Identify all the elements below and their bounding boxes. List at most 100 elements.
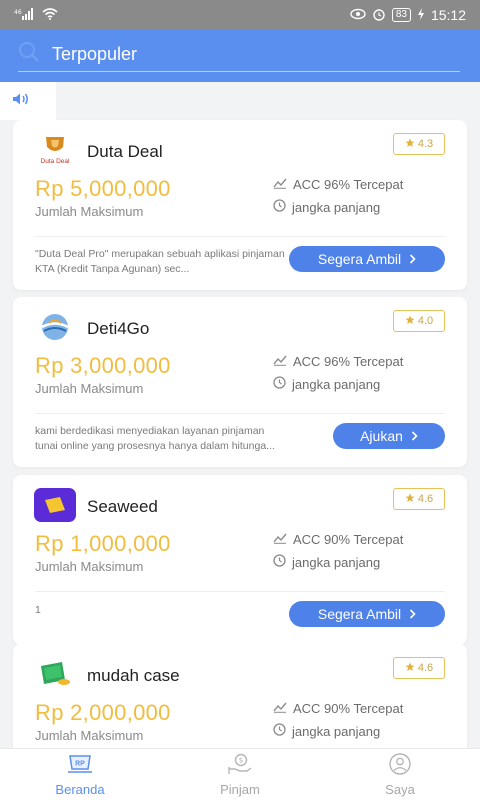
clock-icon — [273, 554, 286, 570]
max-amount: Rp 5,000,000 — [35, 176, 171, 201]
clock-icon — [273, 199, 286, 215]
search-bar[interactable]: Terpopuler — [18, 38, 460, 72]
status-left: 46 — [14, 7, 58, 23]
card-description: 1 — [35, 604, 41, 616]
trend-icon — [273, 177, 287, 192]
acc-rate: ACC 90% Tercepat — [273, 701, 403, 716]
button-label: Segera Ambil — [317, 606, 402, 622]
announcement-tab[interactable] — [0, 82, 56, 120]
segera-ambil-button[interactable]: Segera Ambil — [289, 246, 445, 272]
star-icon — [405, 138, 415, 151]
star-icon — [405, 315, 415, 328]
amount-label: Jumlah Maksimum — [35, 381, 144, 396]
trend-icon — [273, 354, 287, 369]
term-text: jangka panjang — [292, 199, 381, 215]
alarm-icon — [372, 7, 386, 24]
ajukan-button[interactable]: Ajukan — [333, 423, 445, 449]
svg-text:$: $ — [239, 756, 243, 764]
rating-badge: 4.6 — [393, 488, 445, 510]
term-text: jangka panjang — [292, 554, 381, 570]
user-icon — [388, 752, 412, 780]
clock-icon — [273, 376, 286, 392]
card-description: "Duta Deal Pro" merupakan sebuah aplikas… — [35, 248, 285, 275]
mudah-case-logo — [34, 658, 76, 690]
nav-label: Pinjam — [220, 781, 260, 797]
clock: 15:12 — [430, 7, 466, 23]
card-name: Duta Deal — [87, 142, 163, 161]
acc-text: ACC 96% Tercepat — [293, 177, 404, 192]
battery-level: 83 — [391, 8, 411, 22]
max-amount: Rp 3,000,000 — [35, 353, 171, 378]
amount-label: Jumlah Maksimum — [35, 728, 144, 743]
segera-ambil-button[interactable]: Segera Ambil — [289, 601, 445, 627]
button-label: Segera Ambil — [317, 251, 402, 267]
loan-term: jangka panjang — [273, 723, 380, 739]
signal-icon: 46 — [14, 7, 36, 23]
rating-badge: 4.6 — [393, 657, 445, 679]
svg-text:46: 46 — [14, 9, 22, 16]
chevron-right-icon — [411, 428, 418, 444]
acc-text: ACC 90% Tercepat — [293, 701, 404, 716]
trend-icon — [273, 532, 287, 547]
card-description: kami berdedikasi menyediakan layanan pin… — [35, 425, 275, 452]
card-name: mudah case — [87, 666, 180, 685]
loan-card-duta-deal[interactable]: Duta Deal Duta Deal 4.3 Rp 5,000,000 Jum… — [13, 120, 467, 290]
status-bar: 46 83 15:12 — [0, 0, 480, 30]
eye-icon — [350, 8, 366, 23]
loan-term: jangka panjang — [273, 554, 380, 570]
bottom-nav: RP Beranda $ Pinjam Saya — [0, 748, 480, 800]
star-icon — [405, 493, 415, 506]
nav-pinjam[interactable]: $ Pinjam — [160, 749, 320, 800]
nav-beranda[interactable]: RP Beranda — [0, 749, 160, 800]
duta-deal-logo: Duta Deal — [34, 134, 76, 166]
max-amount: Rp 1,000,000 — [35, 531, 171, 556]
nav-label: Beranda — [55, 781, 105, 797]
deti4go-logo — [34, 311, 76, 343]
chevron-right-icon — [409, 251, 416, 267]
acc-rate: ACC 90% Tercepat — [273, 532, 403, 547]
amount-label: Jumlah Maksimum — [35, 559, 144, 574]
svg-text:RP: RP — [75, 760, 85, 767]
wifi-icon — [42, 7, 58, 23]
chevron-right-icon — [409, 606, 416, 622]
money-hand-icon: $ — [227, 753, 253, 780]
trend-icon — [273, 701, 287, 716]
svg-text:Duta Deal: Duta Deal — [41, 158, 70, 165]
loan-term: jangka panjang — [273, 199, 380, 215]
home-rp-icon: RP — [66, 753, 94, 780]
rating-badge: 4.0 — [393, 310, 445, 332]
card-divider — [35, 236, 445, 237]
rating-badge: 4.3 — [393, 133, 445, 155]
nav-label: Saya — [385, 781, 415, 797]
button-label: Ajukan — [360, 428, 403, 444]
max-amount: Rp 2,000,000 — [35, 700, 171, 725]
acc-text: ACC 90% Tercepat — [293, 532, 404, 547]
card-divider — [35, 413, 445, 414]
card-name: Deti4Go — [87, 319, 150, 338]
search-header: Terpopuler — [0, 30, 480, 82]
status-right: 83 15:12 — [350, 7, 466, 24]
acc-rate: ACC 96% Tercepat — [273, 354, 403, 369]
card-name: Seaweed — [87, 497, 158, 516]
rating-value: 4.0 — [417, 315, 434, 327]
loan-card-seaweed[interactable]: Seaweed 4.6 Rp 1,000,000 Jumlah Maksimum… — [13, 475, 467, 645]
loan-card-mudah-case[interactable]: mudah case 4.6 Rp 2,000,000 Jumlah Maksi… — [13, 644, 467, 754]
term-text: jangka panjang — [292, 723, 381, 739]
acc-rate: ACC 96% Tercepat — [273, 177, 403, 192]
rating-value: 4.6 — [417, 493, 434, 505]
rating-value: 4.6 — [417, 662, 434, 674]
page-title: Terpopuler — [52, 44, 138, 64]
card-divider — [35, 591, 445, 592]
term-text: jangka panjang — [292, 376, 381, 392]
rating-value: 4.3 — [417, 138, 434, 150]
search-icon[interactable] — [18, 41, 40, 68]
loan-term: jangka panjang — [273, 376, 380, 392]
speaker-icon[interactable] — [12, 92, 30, 111]
charging-icon — [417, 7, 425, 23]
star-icon — [405, 662, 415, 675]
loan-card-deti4go[interactable]: Deti4Go 4.0 Rp 3,000,000 Jumlah Maksimum… — [13, 297, 467, 467]
nav-saya[interactable]: Saya — [320, 749, 480, 800]
acc-text: ACC 96% Tercepat — [293, 354, 404, 369]
seaweed-logo — [34, 488, 76, 522]
clock-icon — [273, 723, 286, 739]
